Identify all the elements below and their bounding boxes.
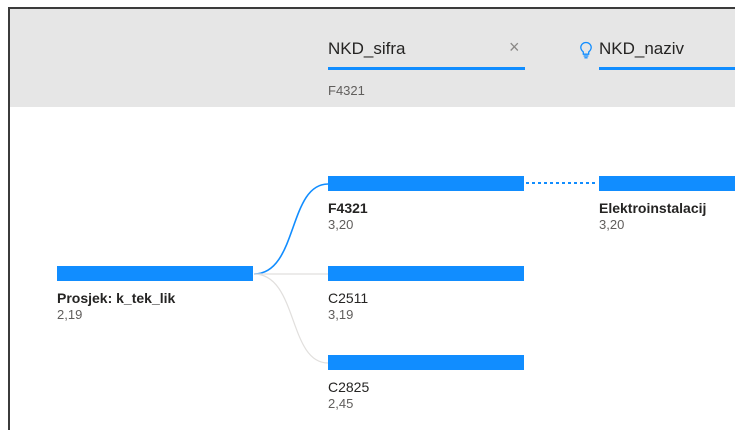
node-value: 3,19: [328, 307, 354, 322]
node-value: 3,20: [599, 217, 625, 232]
tree-canvas: Prosjek: k_tek_lik 2,19 F4321 3,20 C2511…: [10, 107, 735, 430]
level-nkd-sifra[interactable]: NKD_sifra F4321 ×: [328, 38, 525, 98]
node-bar: [599, 176, 735, 191]
level-selected-value: F4321: [328, 83, 365, 98]
level-title: NKD_naziv: [599, 39, 685, 58]
node-label: C2825: [328, 379, 370, 395]
tree-node-root[interactable]: Prosjek: k_tek_lik 2,19: [57, 266, 253, 322]
node-bar: [328, 355, 524, 370]
tree-node-c2511[interactable]: C2511 3,19: [328, 266, 524, 322]
node-label: Prosjek: k_tek_lik: [57, 290, 176, 306]
node-label: C2511: [328, 290, 369, 306]
tree-node-c2825[interactable]: C2825 2,45: [328, 355, 524, 411]
node-label: F4321: [328, 200, 368, 216]
tree-node-f4321[interactable]: F4321 3,20: [328, 176, 524, 232]
level-underline: [599, 67, 735, 70]
node-bar: [328, 176, 524, 191]
node-value: 2,19: [57, 307, 83, 322]
connector-root-f4321: [253, 183, 329, 275]
level-title: NKD_sifra: [328, 39, 406, 58]
lightbulb-icon[interactable]: [579, 41, 593, 59]
levels-header: NKD_sifra F4321 × NKD_naziv: [10, 9, 735, 107]
node-bar: [57, 266, 253, 281]
node-value: 2,45: [328, 396, 354, 411]
level-underline: [328, 67, 525, 70]
connector-root-c2825: [253, 273, 329, 364]
decomposition-tree-visual: NKD_sifra F4321 × NKD_naziv Prosjek: k_t…: [8, 7, 735, 430]
close-icon[interactable]: ×: [509, 38, 520, 56]
node-label: Elektroinstalacij: [599, 200, 707, 216]
node-value: 3,20: [328, 217, 354, 232]
tree-node-elektroinstalacije[interactable]: Elektroinstalacij 3,20: [599, 176, 735, 232]
level-nkd-naziv[interactable]: NKD_naziv: [580, 39, 735, 70]
node-bar: [328, 266, 524, 281]
